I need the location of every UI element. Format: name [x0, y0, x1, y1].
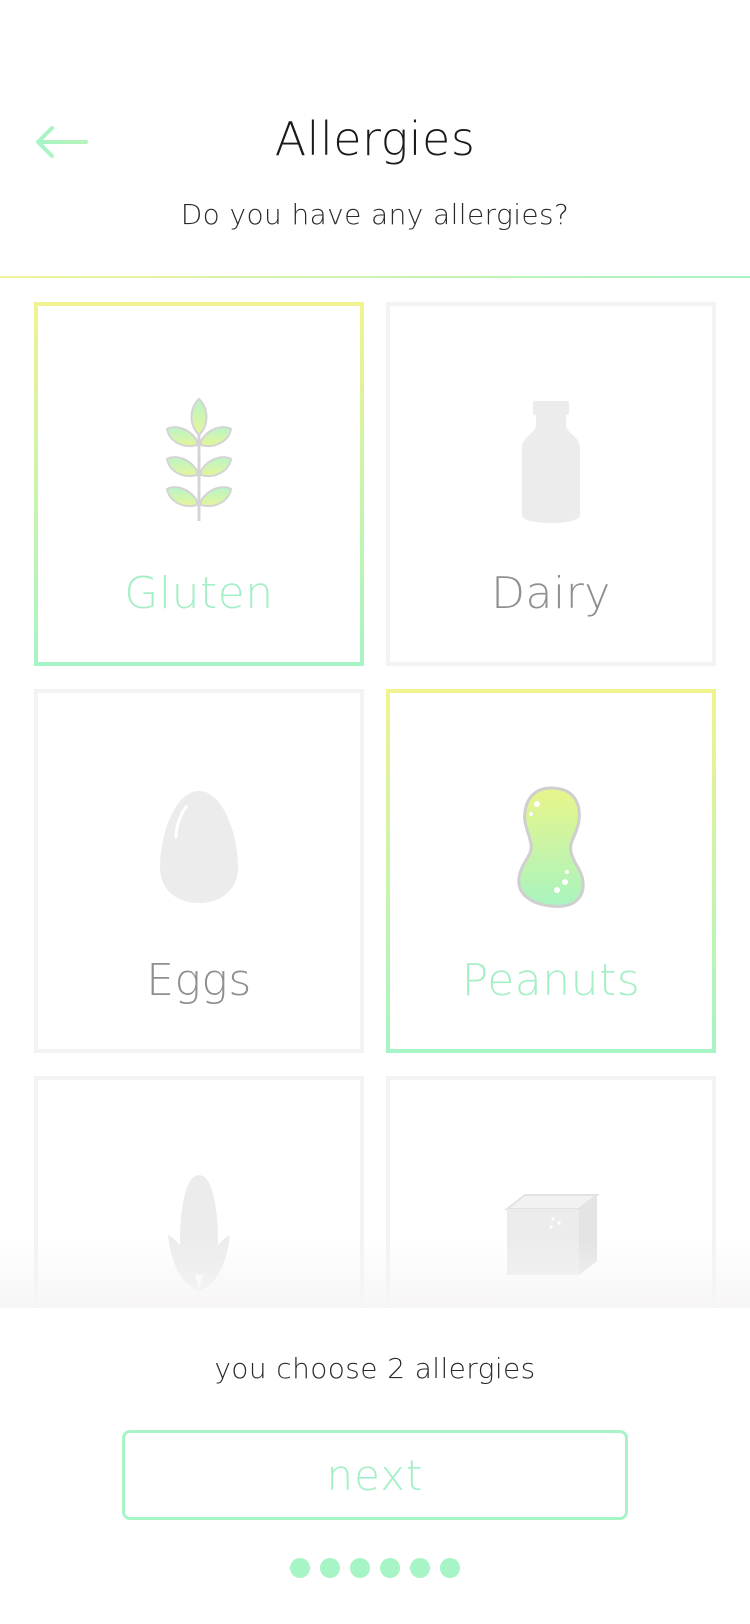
allergy-label: Peanuts [461, 955, 641, 1006]
progress-dot [380, 1558, 400, 1578]
corn-icon [129, 1166, 269, 1302]
egg-icon [129, 779, 269, 915]
allergy-label: Eggs [146, 955, 252, 1006]
allergy-card-dairy[interactable]: Dairy [386, 302, 716, 666]
allergy-grid: Gluten Dairy Eggs Peanuts [34, 302, 716, 1440]
sugar-cube-icon [481, 1166, 621, 1302]
progress-dot [290, 1558, 310, 1578]
allergy-card-eggs[interactable]: Eggs [34, 689, 364, 1053]
wheat-icon [129, 392, 269, 528]
progress-dot [320, 1558, 340, 1578]
allergy-label: Dairy [491, 568, 611, 619]
progress-dot [410, 1558, 430, 1578]
next-button-label: next [326, 1450, 424, 1500]
footer: you choose 2 allergies next [0, 1308, 750, 1624]
progress-dot [350, 1558, 370, 1578]
progress-dot [440, 1558, 460, 1578]
allergy-card-gluten[interactable]: Gluten [34, 302, 364, 666]
allergy-label: Gluten [124, 568, 274, 619]
header-divider [0, 276, 750, 278]
page-title: Allergies [274, 112, 476, 166]
allergy-card-peanuts[interactable]: Peanuts [386, 689, 716, 1053]
next-button[interactable]: next [122, 1430, 628, 1520]
progress-dots [0, 1558, 750, 1578]
page-subtitle: Do you have any allergies? [180, 198, 570, 231]
allergies-screen: Allergies Do you have any allergies? Glu… [0, 0, 750, 1624]
peanut-icon [481, 779, 621, 915]
bottle-icon [481, 392, 621, 528]
selection-count: you choose 2 allergies [214, 1352, 536, 1385]
